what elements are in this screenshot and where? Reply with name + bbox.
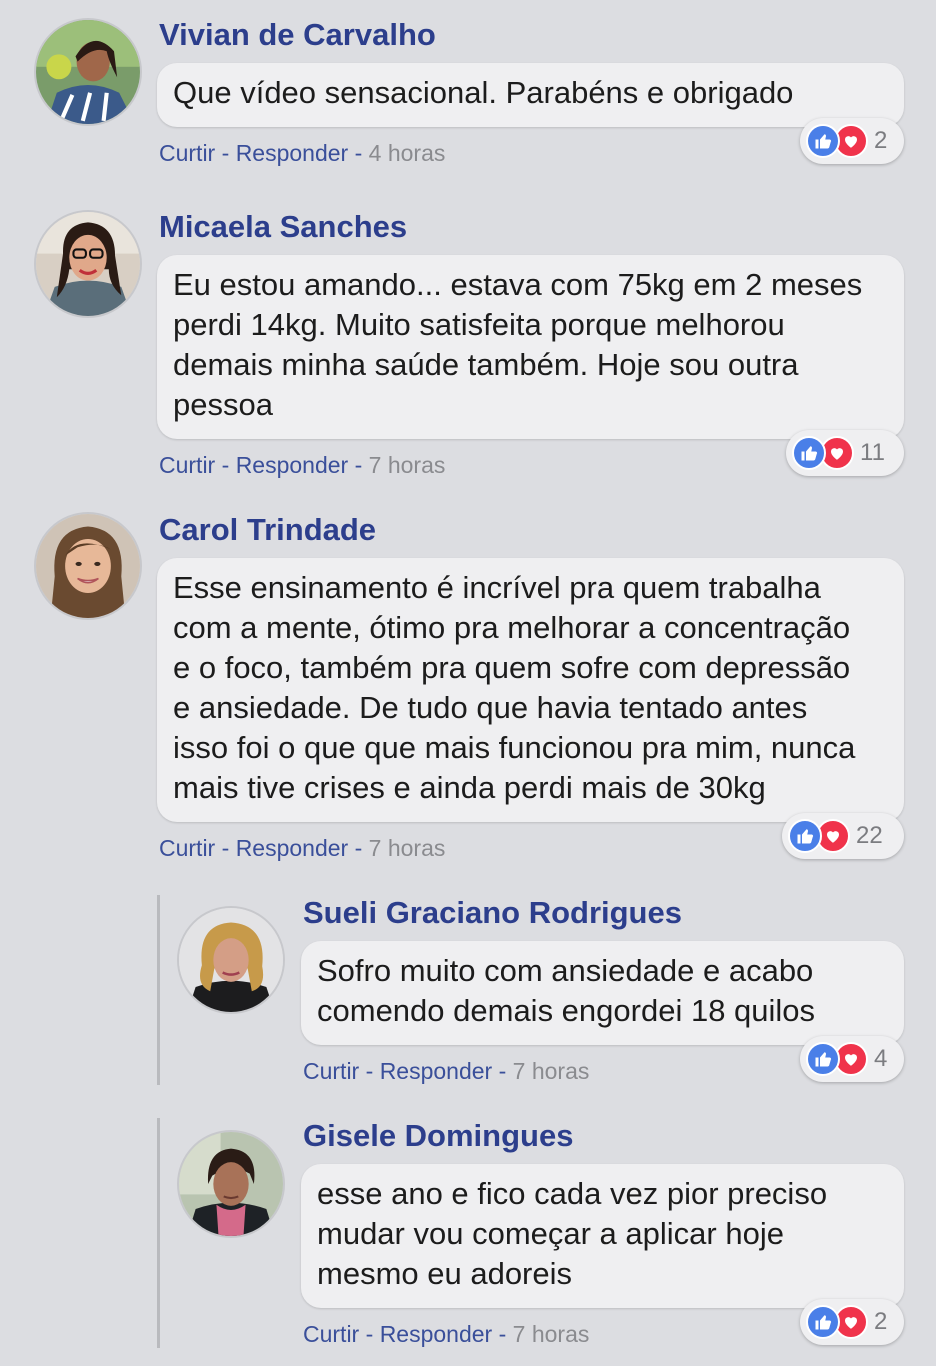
avatar-photo: [179, 1132, 283, 1236]
comment-author[interactable]: Gisele Domingues: [303, 1118, 573, 1154]
timestamp: 7 horas: [368, 835, 446, 861]
separator: -: [348, 835, 369, 861]
reactions-badge[interactable]: 2: [800, 1299, 904, 1345]
reaction-count: 22: [856, 822, 883, 849]
reply-link[interactable]: Responder: [380, 1058, 493, 1084]
timestamp: 7 horas: [368, 452, 446, 478]
separator: -: [492, 1321, 513, 1347]
avatar[interactable]: [34, 18, 142, 126]
like-link[interactable]: Curtir: [303, 1058, 359, 1084]
reaction-count: 4: [874, 1045, 888, 1072]
like-link[interactable]: Curtir: [159, 140, 215, 166]
like-link[interactable]: Curtir: [159, 452, 215, 478]
like-icon: [806, 1042, 840, 1076]
comment-text: Sofro muito com ansiedade e acabo comend…: [317, 953, 816, 1028]
timestamp: 4 horas: [368, 140, 446, 166]
comment-text: Que vídeo sensacional. Parabéns e obriga…: [173, 75, 794, 110]
like-icon: [806, 124, 840, 158]
comment-author[interactable]: Vivian de Carvalho: [159, 17, 436, 53]
separator: -: [359, 1058, 380, 1084]
avatar-photo: [36, 514, 140, 618]
separator: -: [215, 835, 236, 861]
timestamp: 7 horas: [512, 1058, 590, 1084]
reactions-badge[interactable]: 22: [782, 813, 904, 859]
comment-bubble: Sofro muito com ansiedade e acabo comend…: [301, 941, 904, 1045]
like-icon: [788, 819, 822, 853]
like-link[interactable]: Curtir: [159, 835, 215, 861]
comment-actions: Curtir - Responder - 7 horas: [159, 451, 445, 479]
comment-bubble: Eu estou amando... estava com 75kg em 2 …: [157, 255, 904, 439]
reply-link[interactable]: Responder: [236, 835, 349, 861]
timestamp: 7 horas: [512, 1321, 590, 1347]
avatar-photo: [36, 212, 140, 316]
reply-thread-line: [157, 895, 160, 1085]
comment-actions: Curtir - Responder - 4 horas: [159, 139, 445, 167]
reply-thread-line: [157, 1118, 160, 1348]
comment-text: Esse ensinamento é incrível pra quem tra…: [173, 570, 856, 805]
reaction-count: 11: [860, 439, 885, 466]
reply-link[interactable]: Responder: [236, 452, 349, 478]
comment-author[interactable]: Sueli Graciano Rodrigues: [303, 895, 682, 931]
separator: -: [215, 140, 236, 166]
reply-link[interactable]: Responder: [236, 140, 349, 166]
reaction-count: 2: [874, 1308, 888, 1335]
comment-text: Eu estou amando... estava com 75kg em 2 …: [173, 267, 863, 422]
separator: -: [492, 1058, 513, 1084]
separator: -: [348, 452, 369, 478]
avatar[interactable]: [34, 210, 142, 318]
reactions-badge[interactable]: 4: [800, 1036, 904, 1082]
comment-text: esse ano e fico cada vez pior preciso mu…: [317, 1176, 828, 1291]
comment-bubble: Que vídeo sensacional. Parabéns e obriga…: [157, 63, 904, 127]
comment-bubble: Esse ensinamento é incrível pra quem tra…: [157, 558, 904, 822]
reaction-count: 2: [874, 127, 888, 154]
avatar[interactable]: [177, 906, 285, 1014]
reactions-badge[interactable]: 2: [800, 118, 904, 164]
reactions-badge[interactable]: 11: [786, 430, 904, 476]
avatar-photo: [179, 908, 283, 1012]
separator: -: [359, 1321, 380, 1347]
like-link[interactable]: Curtir: [303, 1321, 359, 1347]
separator: -: [348, 140, 369, 166]
comment-actions: Curtir - Responder - 7 horas: [159, 834, 445, 862]
separator: -: [215, 452, 236, 478]
avatar-photo: [36, 20, 140, 124]
comment-actions: Curtir - Responder - 7 horas: [303, 1057, 589, 1085]
like-icon: [792, 436, 826, 470]
reply-link[interactable]: Responder: [380, 1321, 493, 1347]
comment-author[interactable]: Micaela Sanches: [159, 209, 407, 245]
comment-actions: Curtir - Responder - 7 horas: [303, 1320, 589, 1348]
avatar[interactable]: [34, 512, 142, 620]
comment-author[interactable]: Carol Trindade: [159, 512, 376, 548]
comment-bubble: esse ano e fico cada vez pior preciso mu…: [301, 1164, 904, 1308]
avatar[interactable]: [177, 1130, 285, 1238]
like-icon: [806, 1305, 840, 1339]
